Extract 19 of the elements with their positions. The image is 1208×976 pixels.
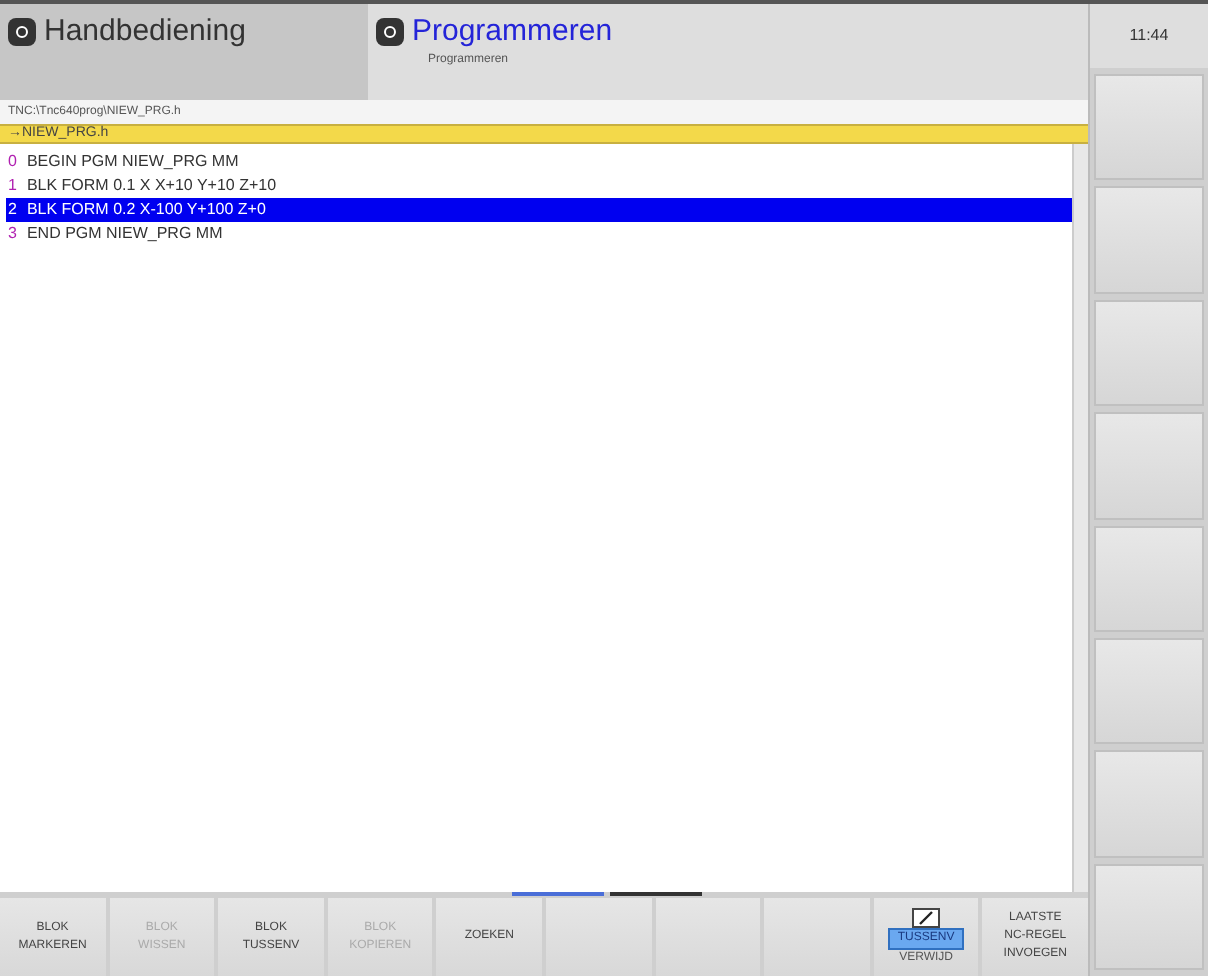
side-softkey[interactable]	[1094, 412, 1204, 519]
side-softkey[interactable]	[1094, 637, 1204, 745]
program-line[interactable]: 0 BEGIN PGM NIEW_PRG MM	[6, 150, 1072, 174]
mode-tab[interactable]: Handbediening	[0, 4, 368, 100]
side-softkey[interactable]	[1094, 299, 1204, 407]
side-softkey[interactable]	[1094, 750, 1204, 858]
clock: 11:44	[1129, 24, 1169, 48]
softkey[interactable]	[655, 898, 761, 976]
mode-icon	[376, 18, 404, 46]
program-line[interactable]: 3 END PGM NIEW_PRG MM	[6, 222, 1072, 246]
program-line[interactable]: 1 BLK FORM 0.1 X X+10 Y+10 Z+10	[6, 174, 1072, 198]
side-softkey[interactable]	[1094, 74, 1204, 181]
side-softkey[interactable]	[1094, 186, 1204, 294]
side-softkey[interactable]	[1094, 863, 1204, 970]
pencil-icon	[912, 907, 941, 927]
mode-icon	[8, 18, 36, 46]
softkey[interactable]	[545, 898, 652, 976]
side-softkey[interactable]	[1094, 525, 1204, 632]
scrollbar[interactable]	[1072, 144, 1088, 892]
